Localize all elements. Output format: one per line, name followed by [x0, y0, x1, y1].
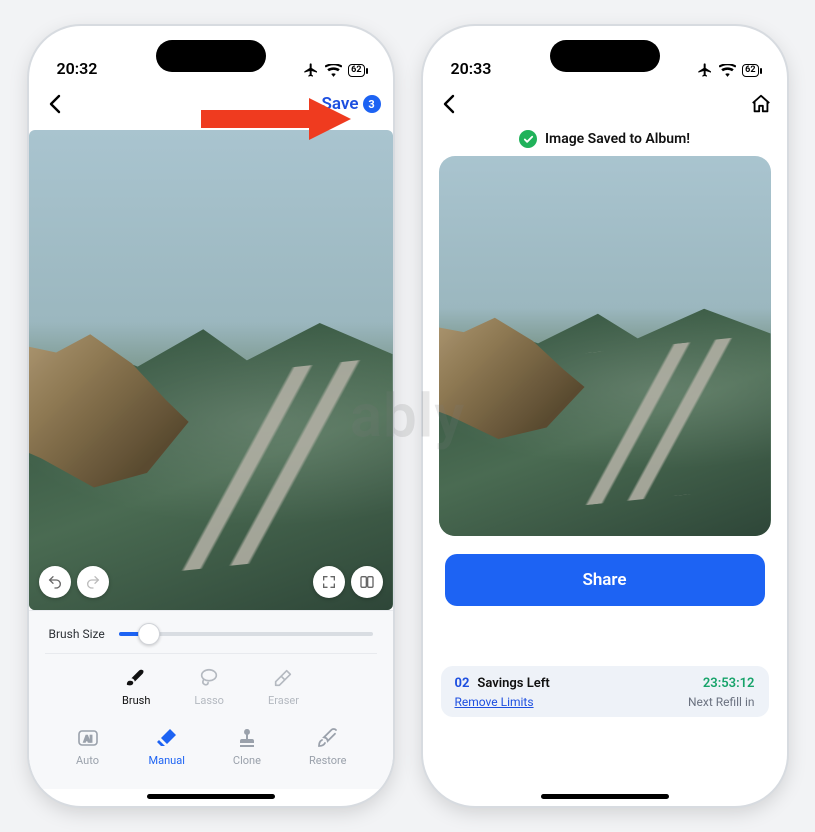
stamp-icon [234, 725, 260, 751]
tab-clone[interactable]: Clone [233, 725, 261, 767]
svg-text:AI: AI [83, 735, 92, 745]
dynamic-island [156, 40, 266, 72]
wifi-icon [325, 64, 342, 77]
lasso-icon [197, 666, 221, 690]
result-image [439, 156, 771, 536]
phone-editor: 20:32 62 Save 3 [29, 26, 393, 806]
tool-panel: Brush Size Brush Lasso [29, 610, 393, 789]
airplane-mode-icon [303, 62, 319, 78]
tool-eraser[interactable]: Eraser [268, 666, 299, 707]
home-indicator[interactable] [541, 794, 669, 799]
result-nav-bar [423, 82, 787, 126]
restore-icon [315, 725, 341, 751]
credits-label: Savings Left [477, 676, 549, 691]
check-icon [519, 130, 537, 148]
tool-lasso[interactable]: Lasso [194, 666, 224, 707]
brush-size-label: Brush Size [49, 627, 105, 641]
tab-restore[interactable]: Restore [309, 725, 347, 767]
home-indicator[interactable] [147, 794, 275, 799]
toast-text: Image Saved to Album! [545, 131, 690, 147]
credits-count: 02 [455, 676, 470, 691]
share-button[interactable]: Share [445, 554, 765, 606]
brush-icon [124, 666, 148, 690]
image-canvas[interactable] [29, 130, 393, 610]
saved-toast: Image Saved to Album! [423, 130, 787, 148]
wifi-icon [719, 64, 736, 77]
tool-row: Brush Lasso Eraser [45, 654, 377, 717]
home-button[interactable] [747, 90, 775, 118]
back-button[interactable] [41, 90, 69, 118]
back-button[interactable] [435, 90, 463, 118]
redo-button[interactable] [77, 566, 109, 598]
ai-icon: AI [75, 725, 101, 751]
dynamic-island [550, 40, 660, 72]
status-time: 20:32 [57, 59, 98, 78]
refill-timer: 23:53:12 [703, 676, 755, 691]
tab-manual[interactable]: Manual [149, 725, 185, 767]
next-refill-label: Next Refill in [688, 695, 755, 709]
eraser-solid-icon [154, 725, 180, 751]
zoom-fit-button[interactable] [313, 566, 345, 598]
remove-limits-link[interactable]: Remove Limits [455, 695, 534, 709]
credits-card: 02 Savings Left 23:53:12 Remove Limits N… [441, 666, 769, 717]
tab-auto[interactable]: AI Auto [75, 725, 101, 767]
mode-tabbar: AI Auto Manual Clone Restore [45, 717, 377, 789]
phone-result: 20:33 62 Image Saved to Album! [423, 26, 787, 806]
eraser-icon [271, 666, 295, 690]
compare-button[interactable] [351, 566, 383, 598]
status-time: 20:33 [451, 59, 492, 78]
annotation-arrow-icon [201, 98, 351, 144]
brush-size-slider[interactable] [119, 632, 373, 636]
undo-button[interactable] [39, 566, 71, 598]
battery-icon: 62 [348, 64, 364, 77]
save-count-badge: 3 [363, 95, 381, 113]
battery-icon: 62 [742, 64, 758, 77]
tool-brush[interactable]: Brush [122, 666, 150, 707]
airplane-mode-icon [697, 62, 713, 78]
